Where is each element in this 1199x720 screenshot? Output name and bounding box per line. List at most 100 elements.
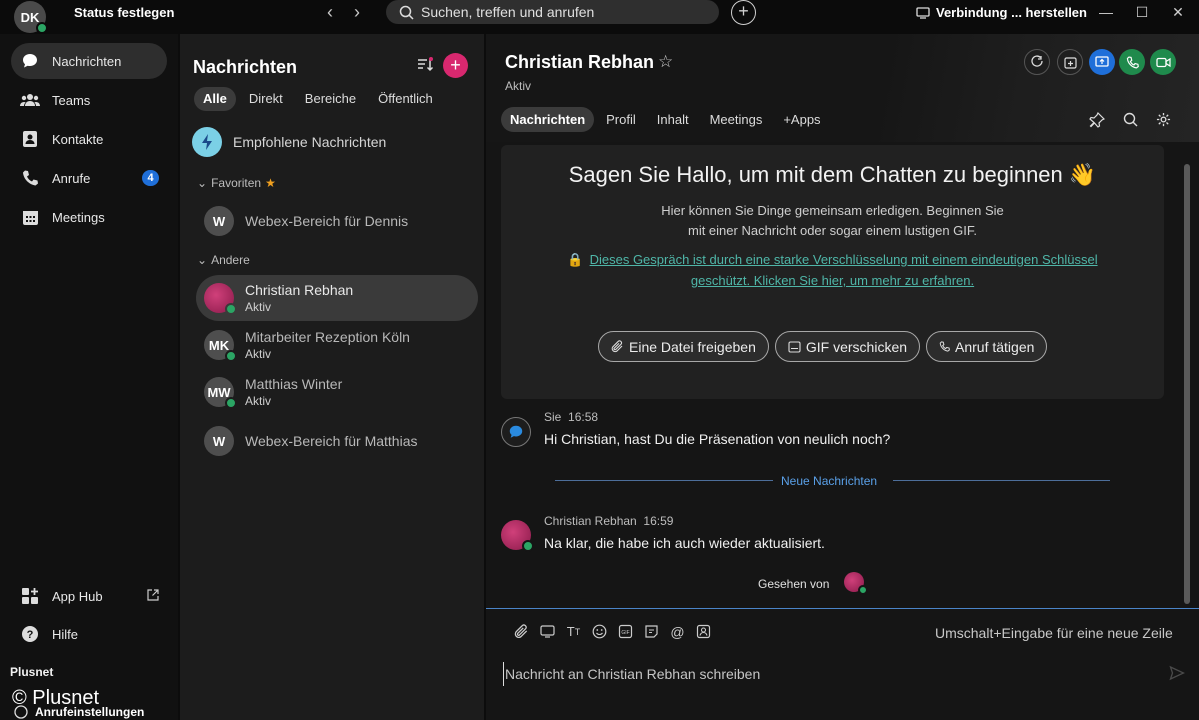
divider-left (555, 480, 773, 481)
avatar-initials: DK (20, 9, 40, 25)
recommended-label: Empfohlene Nachrichten (233, 134, 387, 150)
call-settings-button[interactable]: Anrufeinstellungen (13, 705, 144, 719)
sidebar-item-hilfe[interactable]: ? Hilfe (11, 616, 167, 652)
tab-direkt[interactable]: Direkt (240, 87, 292, 111)
sidebar-item-kontakte[interactable]: Kontakte (11, 121, 167, 157)
message-meta: Sie 16:58 (544, 410, 599, 424)
sidebar-item-label: App Hub (52, 588, 103, 604)
welcome-card: Sagen Sie Hallo, um mit dem Chatten zu b… (501, 145, 1164, 399)
tab-apps[interactable]: +Apps (774, 107, 829, 132)
connection-status[interactable]: Verbindung ... herstellen (916, 5, 1087, 20)
add-icon[interactable]: + (731, 0, 756, 25)
add-calendar-button[interactable] (1057, 49, 1083, 75)
send-gif-button[interactable]: GIF verschicken (774, 331, 921, 362)
tab-bereiche[interactable]: Bereiche (296, 87, 365, 111)
sync-button[interactable] (1024, 49, 1050, 75)
set-status-button[interactable]: Status festlegen (74, 5, 174, 20)
search-input[interactable] (421, 4, 701, 20)
svg-text:GIF: GIF (621, 630, 629, 636)
list-item[interactable]: MK Mitarbeiter Rezeption Köln Aktiv (196, 322, 478, 368)
divider-right (893, 480, 1110, 481)
phone-icon (939, 341, 950, 352)
contact-name: Mitarbeiter Rezeption Köln (245, 329, 410, 345)
message-text: Hi Christian, hast Du die Präsenation vo… (544, 431, 891, 447)
audio-call-button[interactable] (1119, 49, 1145, 75)
user-avatar[interactable]: DK (14, 1, 48, 34)
title-bar: DK Status festlegen ‹ › + Verbindung ...… (0, 0, 1199, 34)
mention-icon[interactable]: @ (669, 623, 686, 640)
sync-icon (1030, 55, 1044, 69)
tab-alle[interactable]: Alle (194, 87, 236, 111)
sidebar-item-app-hub[interactable]: App Hub (11, 578, 167, 614)
text-format-icon[interactable]: TT (565, 623, 582, 640)
tab-meetings[interactable]: Meetings (701, 107, 772, 132)
sidebar-item-anrufe[interactable]: Anrufe 4 (11, 160, 167, 196)
conversation-tabs: Nachrichten Profil Inhalt Meetings +Apps (501, 107, 830, 132)
recommended-messages[interactable]: Empfohlene Nachrichten (192, 127, 386, 157)
connection-label: Verbindung ... herstellen (936, 5, 1087, 20)
presence-indicator (225, 303, 237, 315)
tab-oeffentlich[interactable]: Öffentlich (369, 87, 442, 111)
sidebar-item-teams[interactable]: Teams (11, 82, 167, 118)
quick-actions: Eine Datei freigeben GIF verschicken Anr… (598, 331, 1048, 362)
search-bar[interactable] (386, 0, 719, 24)
conversation-status: Aktiv (505, 79, 532, 93)
contact-card-icon[interactable] (695, 623, 712, 640)
back-arrow-icon[interactable]: ‹ (320, 3, 340, 23)
chevron-down-icon: ⌄ (197, 176, 208, 190)
contact-avatar: MK (204, 330, 237, 362)
scrollbar[interactable] (1184, 164, 1190, 604)
tab-profil[interactable]: Profil (597, 107, 645, 132)
star-outline-icon[interactable]: ☆ (658, 52, 673, 72)
share-screen-button[interactable] (1089, 49, 1115, 75)
lock-icon: 🔒 (567, 252, 584, 267)
list-item[interactable]: W Webex-Bereich für Dennis (196, 198, 478, 244)
encryption-info-link[interactable]: 🔒 Dieses Gespräch ist durch eine starke V… (501, 249, 1164, 291)
calendar-icon (20, 209, 40, 226)
message-input[interactable] (503, 662, 1153, 686)
list-item[interactable]: MW Matthias Winter Aktiv (196, 369, 478, 415)
close-icon[interactable]: ✕ (1170, 4, 1186, 20)
new-message-button[interactable]: + (443, 53, 468, 78)
own-avatar (501, 417, 531, 447)
screen-capture-icon[interactable] (539, 623, 556, 640)
pin-icon[interactable] (1089, 112, 1105, 128)
send-icon[interactable] (1169, 665, 1185, 681)
others-label: Andere (211, 253, 250, 267)
lightning-icon (192, 127, 222, 157)
share-file-button[interactable]: Eine Datei freigeben (598, 331, 769, 362)
maximize-icon[interactable]: ☐ (1134, 4, 1150, 20)
tab-nachrichten[interactable]: Nachrichten (501, 107, 595, 132)
teams-icon (20, 92, 40, 108)
contact-status: Aktiv (245, 347, 272, 361)
external-link-icon (147, 589, 159, 601)
sidebar-item-nachrichten[interactable]: Nachrichten (11, 43, 167, 79)
sidebar-item-label: Kontakte (52, 131, 104, 147)
space-avatar: W (204, 206, 234, 236)
sidebar-item-meetings[interactable]: Meetings (11, 199, 167, 235)
messages-list-panel: Nachrichten + Alle Direkt Bereiche Öffen… (180, 34, 484, 720)
composer-toolbar: TT GIF @ (513, 623, 712, 640)
sticker-icon[interactable] (643, 623, 660, 640)
conversation-title: Christian Rebhan (505, 52, 655, 72)
paperclip-icon[interactable] (513, 623, 530, 640)
video-call-button[interactable] (1150, 49, 1176, 75)
share-screen-icon (1095, 56, 1109, 68)
gif-icon[interactable]: GIF (617, 623, 634, 640)
search-icon[interactable] (1123, 112, 1138, 127)
gear-icon[interactable] (1156, 112, 1171, 127)
tab-inhalt[interactable]: Inhalt (648, 107, 698, 132)
place-call-button[interactable]: Anruf tätigen (926, 331, 1048, 362)
list-item[interactable]: Christian Rebhan Aktiv (196, 275, 478, 321)
sidebar-item-label: Hilfe (52, 626, 79, 642)
list-item[interactable]: W Webex-Bereich für Matthias (196, 418, 478, 464)
emoji-icon[interactable] (591, 623, 608, 640)
favorites-section-header[interactable]: ⌄ Favoriten ★ (197, 176, 276, 190)
search-icon (399, 5, 414, 20)
svg-text:?: ? (27, 629, 34, 641)
others-section-header[interactable]: ⌄ Andere (197, 253, 250, 267)
forward-arrow-icon[interactable]: › (347, 3, 367, 23)
filter-sort-icon[interactable] (416, 56, 434, 74)
welcome-title: Sagen Sie Hallo, um mit dem Chatten zu b… (568, 162, 1097, 187)
minimize-icon[interactable]: — (1098, 4, 1114, 20)
